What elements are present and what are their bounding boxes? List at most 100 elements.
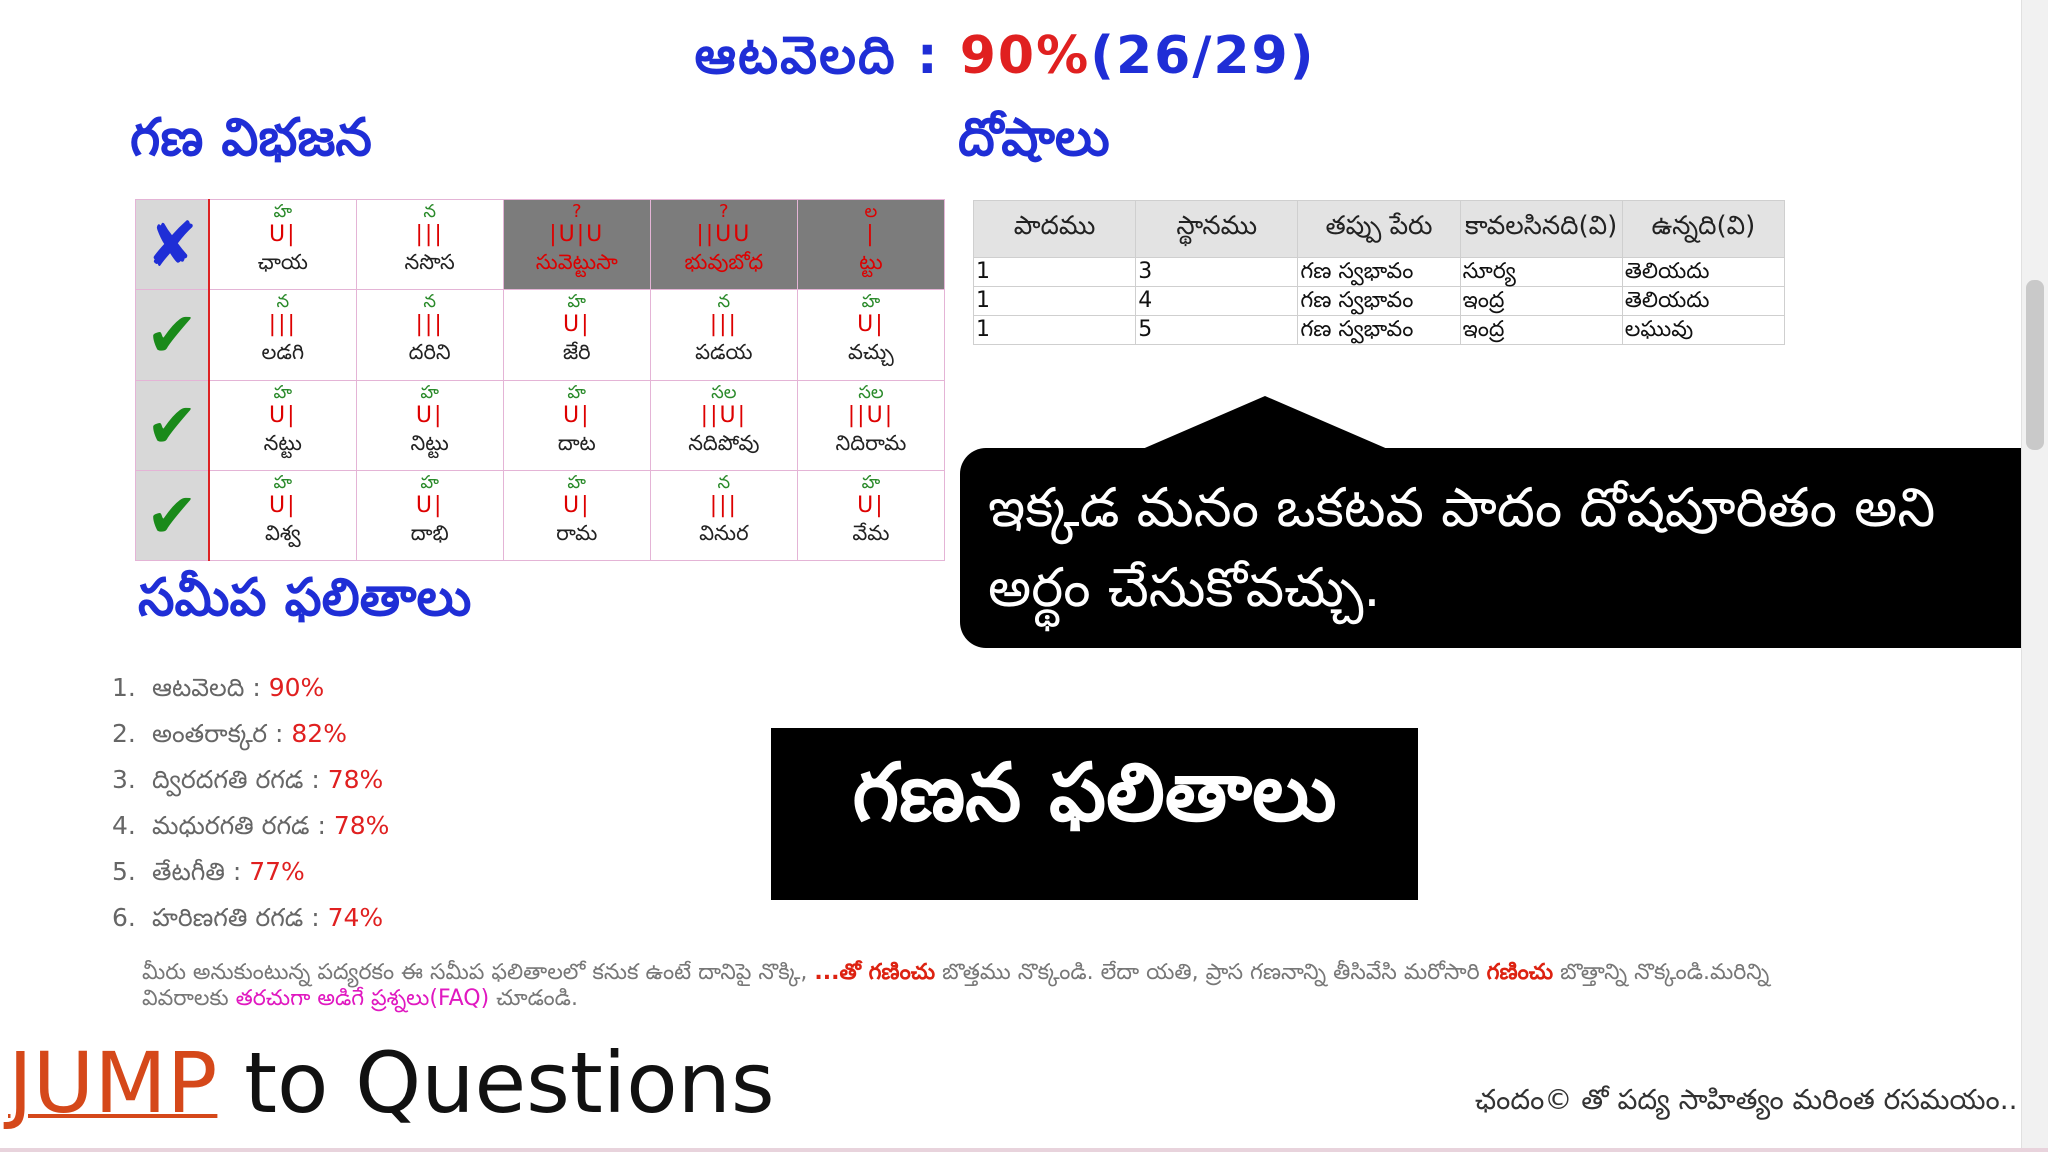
faq-link[interactable]: తరచుగా అడిగే ప్రశ్నలు(FAQ) (236, 986, 490, 1011)
gana-cell: న ||| నసొస (355, 198, 504, 291)
gana-name: న (423, 201, 436, 222)
chandas-name[interactable]: ఆటవెలది : (152, 673, 269, 702)
gana-syllables: పడయ (695, 340, 753, 365)
gana-syllables: నిదిరామ (835, 430, 907, 455)
gana-syllables: దరిని (408, 340, 451, 365)
gana-cell: హ U| వచ్చు (796, 289, 946, 381)
near-result-item[interactable]: 6. హరిణగతి రగడ : 74% (112, 898, 389, 944)
chandas-name[interactable]: అంతరాక్కర : (152, 719, 291, 748)
gana-cell: హ U| జేరి (502, 289, 651, 381)
tick-icon: ✔ (135, 379, 210, 471)
near-result-item[interactable]: 4. మధురగతి రగడ : 78% (112, 806, 389, 852)
dosha-cell: 1 (972, 257, 1137, 287)
gana-pattern: ||| (415, 222, 444, 247)
gana-vibhajana-heading: గణ విభజన (130, 108, 372, 168)
match-percent: 78% (327, 765, 384, 794)
gana-row: ✔ హ U| నట్టు హ U| నిట్టు హ U| దాట సల ||U| నదిపోవు సల |… (135, 379, 946, 471)
gana-pattern: | (866, 222, 876, 247)
match-percent: 90% (268, 673, 325, 702)
dosha-cell: 3 (1135, 257, 1299, 287)
gana-syllables: ట్టు (859, 250, 883, 274)
near-result-item[interactable]: 3. ద్విరదగతి రగడ : 78% (112, 760, 389, 806)
gana-name: హ (861, 291, 881, 313)
dosha-cell: తెలియదు (1621, 257, 1786, 287)
tick-icon: ✔ (135, 469, 210, 562)
dosha-cell: గణ స్వభావం (1297, 315, 1461, 345)
dosha-cell: 1 (972, 286, 1137, 316)
gana-cell: హ U| రామ (502, 469, 651, 562)
gana-name: హ (273, 381, 293, 403)
gana-syllables: విశ్వ (264, 520, 301, 545)
chandas-name[interactable]: ద్విరదగతి రగడ : (152, 765, 328, 794)
title-label: ఆటవెలది : (694, 26, 960, 86)
result-title: ఆటవెలది : 90%(26/29) (0, 26, 2010, 99)
match-percent: 74% (327, 903, 384, 932)
gana-cell: హ U| విశ్వ (208, 469, 357, 562)
item-number: 6. (112, 903, 136, 932)
gana-name: హ (273, 471, 293, 493)
gana-syllables: వేమ (852, 520, 890, 545)
gana-row: ✔ న ||| లడగి న ||| దరిని హ U| జేరి న ||| పడయ హ U| వచ్చు (135, 289, 946, 381)
dosha-row: 1 5 గణ స్వభావం ఇంద్ర లఘువు (972, 315, 1786, 345)
jump-link[interactable]: JUMP (8, 1034, 217, 1132)
gana-cell: హ U| నిట్టు (355, 379, 504, 471)
gana-pattern: ||UU (696, 222, 752, 247)
gana-syllables: వచ్చు (848, 340, 894, 365)
gana-pattern: ||U| (847, 402, 895, 428)
gana-pattern: U| (857, 312, 885, 338)
gana-name: హ (567, 291, 587, 313)
gana-table: ✘ హ U| ఛాయ న ||| నసొస? |U|U సువెట్టుసా? ||UU భువుబ… (135, 198, 946, 562)
near-results-list: 1. ఆటవెలది : 90% 2. అంతరాక్కర : 82% 3. ద్విరద… (112, 668, 389, 944)
near-result-item[interactable]: 1. ఆటవెలది : 90% (112, 668, 389, 714)
dosha-header: పాదము (972, 200, 1137, 258)
gana-pattern: U| (415, 492, 444, 518)
dosha-cell: లఘువు (1621, 315, 1786, 345)
near-results-heading: సమీప ఫలితాలు (138, 568, 472, 628)
dosha-header: కావలసినది(వి) (1459, 200, 1623, 258)
chandas-name[interactable]: తేటగీతి : (152, 857, 249, 886)
gana-syllables: వినుర (699, 520, 749, 545)
gana-row: ✔ హ U| విశ్వ హ U| దాభి హ U| రామ న ||| వినుర హ U| వేమ (135, 469, 946, 562)
gana-syllables: ఛాయ (257, 250, 308, 274)
gana-cell: సల ||U| నిదిరామ (796, 379, 946, 471)
near-result-item[interactable]: 5. తేటగీతి : 77% (112, 852, 389, 898)
gana-syllables: సువెట్టుసా (535, 250, 618, 274)
item-number: 1. (112, 673, 136, 702)
item-number: 2. (112, 719, 136, 748)
info-text: మీరు అనుకుంటున్న పద్యరకం ఈ సమీప ఫలితాలలో… (142, 960, 815, 985)
vertical-scrollbar[interactable] (2021, 0, 2048, 1152)
dosha-cell: ఇంద్ర (1459, 286, 1623, 316)
calc-with-button-ref: ...తో గణించు (814, 960, 936, 985)
gana-pattern: |U|U (549, 222, 605, 247)
scrollbar-thumb[interactable] (2026, 280, 2044, 450)
chandas-name[interactable]: హరిణగతి రగడ : (152, 903, 328, 932)
dosha-cell: గణ స్వభావం (1297, 286, 1461, 316)
gana-syllables: నసొస (404, 250, 455, 274)
dosha-header: స్థానము (1135, 200, 1299, 258)
jump-to-questions: JUMP to Questions (8, 1034, 775, 1132)
dosha-table: పాదము స్థానము తప్పు పేరు కావలసినది(వి) ఉన్నద… (972, 200, 1786, 345)
gana-name: హ (420, 381, 439, 403)
cross-icon: ✘ (135, 198, 210, 291)
item-number: 4. (112, 811, 136, 840)
gana-pattern: ||| (268, 312, 297, 338)
chandas-name[interactable]: మధురగతి రగడ : (152, 811, 334, 840)
gana-syllables: రామ (556, 520, 598, 545)
gana-name: సల (711, 381, 737, 403)
gana-name: హ (420, 471, 439, 493)
callout-bubble: ఇక్కడ మనం ఒకటవ పాదం దోషపూరితం అని అర్థం … (960, 448, 2048, 648)
dosha-cell: సూర్య (1459, 257, 1623, 287)
callout-arrow (1140, 396, 1390, 450)
gana-syllables: లడగి (261, 340, 305, 365)
title-fraction: (26/29) (1090, 26, 1316, 86)
title-percent: 90% (959, 26, 1091, 86)
footer-tagline: ఛందం© తో పద్య సాహిత్యం మరింత రసమయం..!! (1474, 1083, 2040, 1116)
gana-cell: సల ||U| నదిపోవు (649, 379, 798, 471)
gana-cell: హ U| వేమ (796, 469, 946, 562)
match-percent: 82% (291, 719, 347, 748)
gana-name: ల (864, 201, 878, 222)
ganana-phalitalu-banner: గణన ఫలితాలు (771, 728, 1418, 900)
gana-pattern: U| (857, 492, 885, 518)
gana-pattern: U| (269, 492, 297, 518)
near-result-item[interactable]: 2. అంతరాక్కర : 82% (112, 714, 389, 760)
